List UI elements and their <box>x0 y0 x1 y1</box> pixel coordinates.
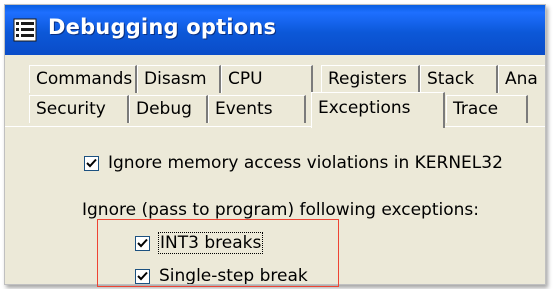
tab-commands[interactable]: Commands <box>29 65 137 93</box>
ignore-kernel32-option[interactable]: Ignore memory access violations in KERNE… <box>84 153 503 173</box>
single-step-break-option[interactable]: Single-step break <box>135 266 308 285</box>
tab-stack[interactable]: Stack <box>420 65 498 93</box>
window-menu-icon[interactable] <box>13 18 37 42</box>
ignore-kernel32-label: Ignore memory access violations in KERNE… <box>108 153 503 173</box>
int3-breaks-option[interactable]: INT3 breaks <box>135 232 264 254</box>
ignore-kernel32-checkbox[interactable] <box>84 155 99 171</box>
single-step-break-checkbox[interactable] <box>135 268 150 284</box>
exceptions-panel: Ignore memory access violations in KERNE… <box>5 126 545 285</box>
window-title: Debugging options <box>48 15 277 39</box>
tab-security[interactable]: Security <box>29 95 129 123</box>
ignore-exceptions-text: Ignore (pass to program) following excep… <box>82 200 479 220</box>
int3-breaks-checkbox[interactable] <box>135 235 150 251</box>
int3-breaks-label: INT3 breaks <box>157 232 264 254</box>
tab-events[interactable]: Events <box>208 95 306 123</box>
title-bar[interactable]: Debugging options <box>5 5 545 55</box>
tab-debug[interactable]: Debug <box>129 95 208 123</box>
tab-trace[interactable]: Trace <box>446 95 528 123</box>
tab-registers[interactable]: Registers <box>321 65 420 93</box>
tab-analysis[interactable]: Ana <box>498 65 545 93</box>
single-step-break-label: Single-step break <box>159 266 308 285</box>
tab-exceptions[interactable]: Exceptions <box>311 92 445 128</box>
tab-disasm[interactable]: Disasm <box>137 65 221 93</box>
tab-cpu[interactable]: CPU <box>221 65 313 93</box>
ignore-exceptions-header: Ignore (pass to program) following excep… <box>82 200 479 220</box>
tab-strip: Commands Disasm CPU Registers Stack Ana … <box>5 55 545 128</box>
debugging-options-window: Debugging options Commands Disasm CPU Re… <box>4 4 546 285</box>
